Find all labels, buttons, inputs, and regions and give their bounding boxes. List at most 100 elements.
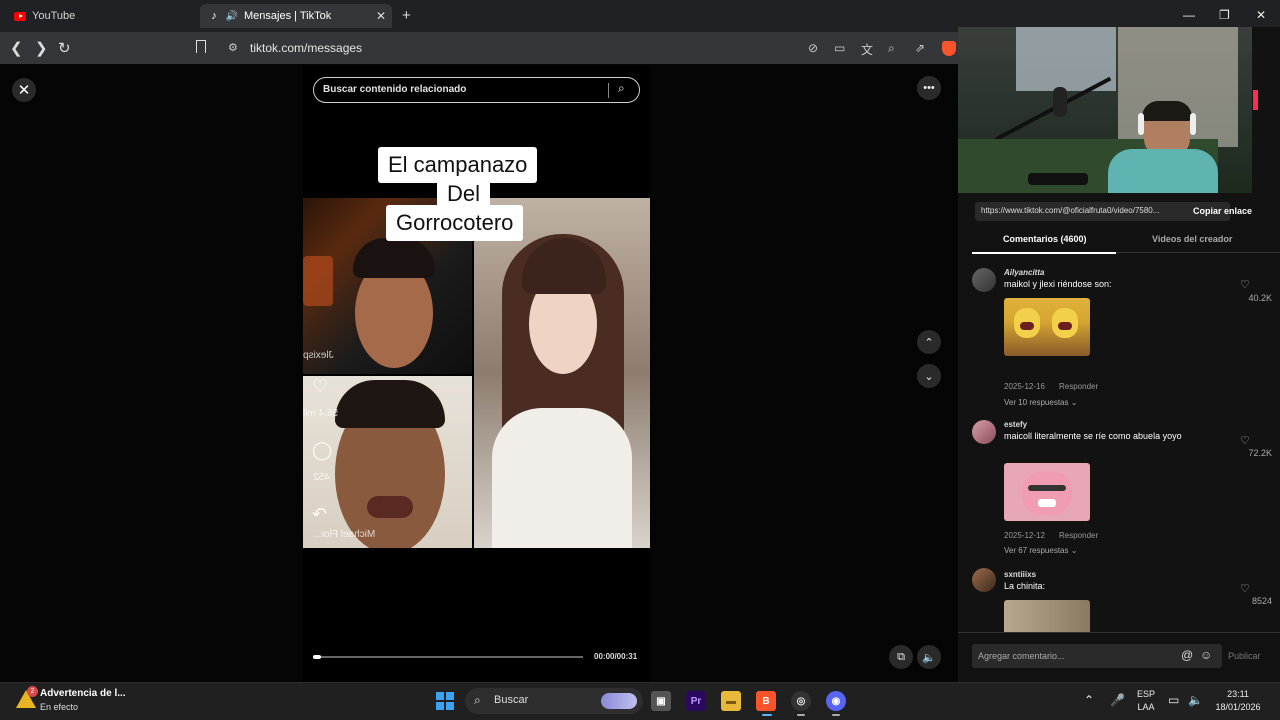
zoom-icon[interactable]: ⌕ — [888, 41, 895, 56]
running-app-indicator — [832, 714, 840, 716]
discord-icon[interactable]: ◉ — [826, 691, 846, 711]
mention-icon[interactable]: @ — [1181, 648, 1193, 662]
like-count: 40.2K — [1248, 293, 1272, 303]
comment-username[interactable]: sxntiiixs — [1004, 570, 1036, 579]
comment-gif[interactable] — [1004, 298, 1090, 356]
comment-item: estefy maicoll literalmente se ríe como … — [972, 420, 1272, 560]
file-explorer-icon[interactable]: ▬ — [721, 691, 741, 711]
chevron-down-icon: ⌄ — [1070, 398, 1078, 407]
tab-creator-videos[interactable]: Videos del creador — [1152, 234, 1232, 244]
video-progress-fill — [313, 655, 322, 659]
reply-button[interactable]: Responder — [1059, 531, 1098, 540]
tab-comments[interactable]: Comentarios (4600) — [1003, 234, 1087, 244]
view-replies-label: Ver 67 respuestas — [1004, 546, 1069, 555]
like-icon[interactable]: ♡ — [1240, 278, 1250, 291]
overlay-comment-count: 452 — [313, 472, 330, 483]
video-time: 00:00/00:31 — [594, 652, 638, 661]
tab-label: YouTube — [32, 10, 76, 22]
notification-title[interactable]: Advertencia de l... — [40, 688, 126, 699]
overlay-like-count: 56.4 mil — [303, 408, 339, 419]
avatar[interactable] — [972, 268, 996, 292]
live-indicator — [1253, 90, 1258, 110]
chevron-up-icon[interactable]: ⌃ — [1084, 693, 1094, 707]
comment-item: sxntiiixs La chinita: ♡ 8524 — [972, 568, 1272, 632]
search-placeholder: Buscar contenido relacionado — [323, 84, 467, 95]
active-tab-indicator — [972, 252, 1116, 254]
emoji-icon[interactable]: ☺ — [1200, 648, 1212, 662]
avatar[interactable] — [972, 568, 996, 592]
publish-button[interactable]: Publicar — [1228, 651, 1261, 661]
video-frame-right — [474, 198, 650, 548]
translate-icon[interactable]: 文 — [861, 41, 873, 58]
comment-placeholder: Agregar comentario... — [978, 651, 1065, 661]
site-info-icon[interactable]: ⚙ — [228, 41, 238, 54]
view-replies-button[interactable]: Ver 10 respuestas ⌄ — [1004, 398, 1077, 407]
display-icon[interactable]: ▭ — [1168, 693, 1179, 707]
video-frame-bottom-left — [303, 376, 472, 548]
close-window-button[interactable]: ✕ — [1256, 8, 1266, 22]
more-options-button[interactable]: ••• — [917, 76, 941, 100]
comment-bubble-icon: ◯ — [312, 440, 333, 460]
video-progress-bar[interactable] — [313, 655, 583, 659]
speaker-icon: 🔊 — [225, 10, 239, 22]
tiktok-icon: ♪ — [211, 10, 217, 22]
bookmark-icon[interactable] — [196, 40, 206, 53]
reply-button[interactable]: Responder — [1059, 382, 1098, 391]
clock-date[interactable]: 18/01/2026 — [1210, 702, 1266, 712]
close-tab-icon[interactable]: ✕ — [376, 9, 386, 23]
windows-start-icon[interactable] — [436, 692, 454, 710]
comment-gif[interactable] — [1004, 463, 1090, 521]
avatar[interactable] — [972, 420, 996, 444]
clock-time[interactable]: 23:11 — [1210, 689, 1266, 699]
search-icon: ⌕ — [474, 693, 481, 707]
next-video-button[interactable]: ⌄ — [917, 364, 941, 388]
brave-browser-icon[interactable]: B — [756, 691, 776, 711]
comment-username[interactable]: Ailyancitta — [1004, 268, 1044, 277]
caption-line-3: Gorrocotero — [386, 205, 524, 241]
back-icon[interactable]: ❮ — [10, 39, 23, 57]
like-icon[interactable]: ♡ — [1240, 434, 1250, 447]
volume-icon[interactable]: 🔈 — [1188, 693, 1203, 707]
tab-tiktok[interactable]: ♪ 🔊 Mensajes | TikTok ✕ — [200, 4, 392, 28]
share-arrow-icon: ↶ — [312, 504, 328, 524]
previous-video-button[interactable]: ⌃ — [917, 330, 941, 354]
language-top[interactable]: ESP — [1134, 689, 1158, 699]
search-icon[interactable]: ⌕ — [618, 81, 625, 96]
brave-shield-icon[interactable] — [942, 41, 956, 56]
obs-icon[interactable]: ◎ — [791, 691, 811, 711]
premiere-pro-icon[interactable]: Pr — [686, 691, 706, 711]
cast-icon[interactable]: ▭ — [834, 41, 845, 55]
notification-badge: 2 — [27, 686, 38, 697]
comment-text: maikol y jlexi riéndose son: — [1004, 279, 1112, 289]
microphone-icon[interactable]: 🎤 — [1110, 693, 1125, 707]
language-bottom[interactable]: LAA — [1134, 702, 1158, 712]
tab-youtube[interactable]: YouTube — [6, 4, 196, 28]
comment-date: 2025-12-12 — [1004, 531, 1045, 540]
minimize-button[interactable]: — — [1183, 8, 1195, 22]
copy-link-button[interactable]: Copiar enlace — [1193, 206, 1252, 216]
taskbar-search[interactable]: ⌕ Buscar — [465, 688, 643, 714]
share-icon[interactable]: ⇗ — [915, 41, 925, 55]
restore-button[interactable]: ❐ — [1219, 8, 1230, 22]
related-search-input[interactable]: Buscar contenido relacionado ⌕ — [313, 77, 640, 103]
forward-icon[interactable]: ❯ — [35, 39, 48, 57]
task-view-icon[interactable]: ▣ — [651, 691, 671, 711]
picture-in-picture-button[interactable]: ⧉ — [889, 645, 913, 669]
volume-button[interactable]: 🔈 — [917, 645, 941, 669]
new-tab-button[interactable]: + — [402, 7, 411, 24]
like-icon[interactable]: ♡ — [1240, 582, 1250, 595]
no-video-icon[interactable]: ⊘ — [808, 41, 818, 55]
view-replies-button[interactable]: Ver 67 respuestas ⌄ — [1004, 546, 1077, 555]
reload-icon[interactable]: ↻ — [58, 39, 71, 57]
url-field[interactable]: tiktok.com/messages — [250, 41, 362, 55]
comment-date: 2025-12-16 — [1004, 382, 1045, 391]
close-video-button[interactable]: ✕ — [12, 78, 36, 102]
comment-text: maicoll literalmente se ríe como abuela … — [1004, 431, 1182, 441]
comment-username[interactable]: estefy — [1004, 420, 1027, 429]
heart-icon: ♡ — [312, 376, 329, 396]
divider — [608, 83, 609, 98]
comment-gif[interactable] — [1004, 600, 1090, 632]
address-bar: ❮ ❯ ↻ ⚙ tiktok.com/messages ⊘ ▭ 文 ⌕ ⇗ — [0, 32, 958, 64]
share-link-field[interactable]: https://www.tiktok.com/@oficialfruta0/vi… — [975, 202, 1230, 221]
comment-input[interactable]: Agregar comentario... @ ☺ — [972, 644, 1222, 668]
